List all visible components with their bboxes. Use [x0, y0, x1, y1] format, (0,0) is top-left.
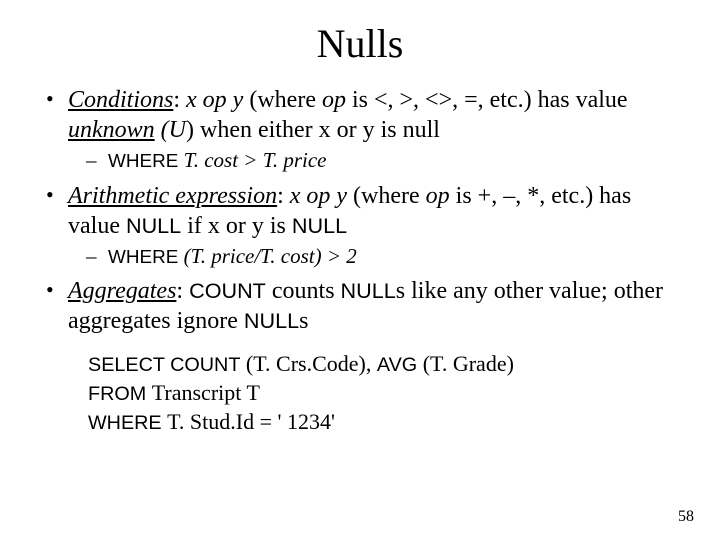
- null-kw: NULL: [126, 213, 181, 238]
- sub-item: WHERE (T. price/T. cost) > 2: [86, 243, 680, 271]
- null-kw: NULL: [341, 278, 396, 303]
- bullet-list: Conditions: x op y (where op is <, >, <>…: [40, 85, 680, 336]
- bullet-label: Arithmetic expression: [68, 183, 277, 209]
- null-kw: NULL: [292, 213, 347, 238]
- slide-title: Nulls: [40, 20, 680, 67]
- sub-item: WHERE T. cost > T. price: [86, 147, 680, 175]
- from-kw: FROM: [88, 383, 152, 405]
- text: (T. Crs.Code),: [240, 351, 376, 376]
- select-kw: SELECT COUNT: [88, 354, 240, 376]
- text: (T. Grade): [417, 351, 514, 376]
- where-expr: T. cost > T. price: [184, 148, 327, 172]
- where-kw: WHERE: [88, 412, 167, 434]
- null-kw: NULL: [244, 308, 299, 333]
- bullet-arithmetic: Arithmetic expression: x op y (where op …: [40, 181, 680, 271]
- expr: x op y: [186, 87, 243, 113]
- text: :: [176, 278, 189, 304]
- text: is <, >, <>, =, etc.) has value: [346, 87, 628, 113]
- text: counts: [266, 278, 341, 304]
- bullet-aggregates: Aggregates: COUNT counts NULLs like any …: [40, 276, 680, 336]
- where-kw: WHERE: [108, 151, 184, 172]
- unknown: unknown: [68, 117, 155, 143]
- expr: x op y: [290, 183, 347, 209]
- op: op: [426, 183, 450, 209]
- text: ) when either x or y is null: [186, 117, 440, 143]
- page-number: 58: [678, 508, 694, 526]
- sql-line-from: FROM Transcript T: [88, 379, 680, 408]
- text: :: [173, 87, 186, 113]
- sql-line-select: SELECT COUNT (T. Crs.Code), AVG (T. Grad…: [88, 350, 680, 379]
- text: Transcript T: [152, 380, 260, 405]
- where-kw: WHERE: [108, 247, 184, 268]
- op: op: [322, 87, 346, 113]
- sub-list: WHERE (T. price/T. cost) > 2: [68, 243, 680, 271]
- where-expr: (T. price/T. cost) > 2: [184, 244, 357, 268]
- bullet-label: Conditions: [68, 87, 173, 113]
- count-kw: COUNT: [189, 278, 266, 303]
- text: (where: [243, 87, 322, 113]
- text: (where: [347, 183, 426, 209]
- u-paren: (U: [155, 117, 186, 143]
- sql-line-where: WHERE T. Stud.Id = ' 1234': [88, 408, 680, 437]
- avg-kw: AVG: [377, 354, 417, 376]
- sub-list: WHERE T. cost > T. price: [68, 147, 680, 175]
- text: :: [277, 183, 290, 209]
- text: if x or y is: [181, 213, 292, 239]
- text: T. Stud.Id = ' 1234': [167, 409, 335, 434]
- text: s: [299, 308, 308, 334]
- bullet-label: Aggregates: [68, 278, 176, 304]
- bullet-conditions: Conditions: x op y (where op is <, >, <>…: [40, 85, 680, 175]
- sql-block: SELECT COUNT (T. Crs.Code), AVG (T. Grad…: [88, 350, 680, 436]
